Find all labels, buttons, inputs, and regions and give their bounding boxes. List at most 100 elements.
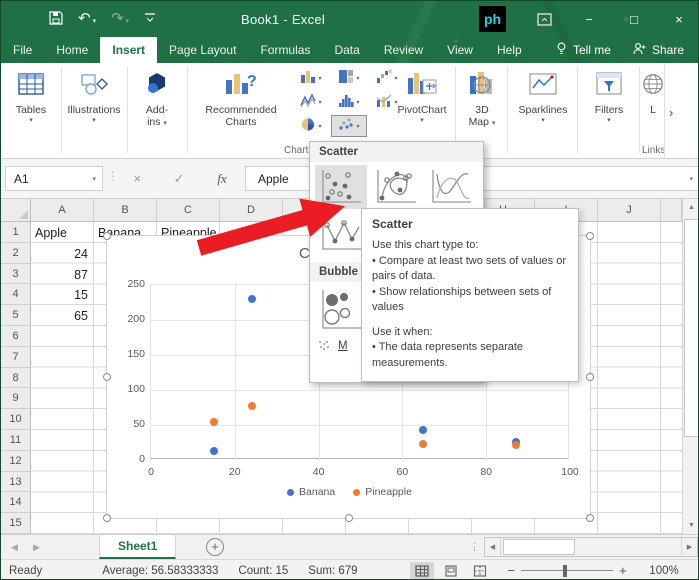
chart-selection-handle[interactable] <box>103 232 111 240</box>
redo-button[interactable]: ↷▾ <box>111 10 129 28</box>
tab-home[interactable]: Home <box>44 37 100 63</box>
page-break-view-button[interactable] <box>468 562 492 580</box>
name-box-dropdown-icon[interactable]: ▾ <box>92 175 96 183</box>
cell-a4[interactable]: 15 <box>31 285 88 305</box>
pie-chart-button[interactable]: ▾ <box>293 115 329 137</box>
tab-data[interactable]: Data <box>322 37 371 63</box>
row-header-15[interactable]: 15 <box>1 513 31 534</box>
row-header-7[interactable]: 7 <box>1 347 31 368</box>
line-chart-button[interactable]: ▾ <box>293 91 329 113</box>
tables-button[interactable]: Tables ▾ <box>3 66 59 125</box>
link-button[interactable]: L <box>641 66 665 116</box>
row-header-8[interactable]: 8 <box>1 368 31 389</box>
zoom-out-button[interactable]: − <box>508 563 516 578</box>
insert-function-icon[interactable]: fx <box>217 171 226 187</box>
tab-page-layout[interactable]: Page Layout <box>157 37 248 63</box>
cell-a1[interactable]: Apple <box>35 223 67 243</box>
chart-selection-handle[interactable] <box>586 514 594 522</box>
status-average[interactable]: Average: 56.58333333 <box>102 565 218 577</box>
row-header-11[interactable]: 11 <box>1 430 31 451</box>
cancel-icon[interactable]: × <box>133 171 141 186</box>
scatter-straight-markers-option[interactable] <box>315 212 367 256</box>
sheet-nav-left-icon[interactable]: ◀ <box>11 535 18 559</box>
tell-me-button[interactable]: Tell me <box>556 42 611 58</box>
row-header-14[interactable]: 14 <box>1 492 31 513</box>
scroll-up-icon[interactable]: ▲ <box>683 199 699 216</box>
status-sum[interactable]: Sum: 679 <box>308 565 357 577</box>
tab-review[interactable]: Review <box>372 37 435 63</box>
horizontal-scrollbar-thumb[interactable] <box>503 539 575 555</box>
treemap-chart-button[interactable]: ▾ <box>331 67 367 89</box>
illustrations-button[interactable]: Illustrations ▾ <box>63 66 125 125</box>
cell-a3[interactable]: 87 <box>31 265 88 285</box>
zoom-level[interactable]: 100% <box>639 565 679 577</box>
row-header-13[interactable]: 13 <box>1 472 31 493</box>
zoom-slider-thumb[interactable] <box>563 565 567 577</box>
sheet-tab-sheet1[interactable]: Sheet1 <box>99 535 176 559</box>
column-header-d[interactable]: D <box>220 199 283 222</box>
row-header-3[interactable]: 3 <box>1 264 31 285</box>
normal-view-button[interactable] <box>410 562 434 580</box>
row-header-1[interactable]: 1 <box>1 222 31 243</box>
tab-help[interactable]: Help <box>485 37 534 63</box>
bubble-chart-option[interactable] <box>315 285 367 335</box>
3d-map-button[interactable]: 3DMap ▾ <box>459 66 505 130</box>
chart-selection-handle[interactable] <box>103 514 111 522</box>
pivotchart-button[interactable]: PivotChart ▾ <box>393 66 451 125</box>
maximize-button[interactable]: □ <box>617 1 651 37</box>
horizontal-scrollbar[interactable]: ◀ ▶ <box>484 537 698 557</box>
scatter-smooth-lines-option[interactable] <box>425 165 477 209</box>
cell-a2[interactable]: 24 <box>31 244 88 264</box>
sheet-nav-right-icon[interactable]: ▶ <box>33 535 40 559</box>
ribbon-display-options-button[interactable] <box>527 1 561 37</box>
scatter-chart-button[interactable]: ▾ <box>331 115 367 137</box>
customize-quick-access-button[interactable] <box>144 10 156 28</box>
tab-insert[interactable]: Insert <box>100 37 157 63</box>
scroll-down-icon[interactable]: ▼ <box>683 517 699 534</box>
vertical-scrollbar[interactable]: ▲ ▼ <box>682 199 699 534</box>
ribbon-scroll-right-icon[interactable]: › <box>669 105 673 120</box>
scatter-smooth-markers-option[interactable] <box>370 165 422 209</box>
share-button[interactable]: Share <box>633 42 684 58</box>
name-box[interactable]: A1 ▾ <box>5 166 103 191</box>
zoom-in-button[interactable]: + <box>619 563 627 578</box>
tab-view[interactable]: View <box>435 37 485 63</box>
row-header-9[interactable]: 9 <box>1 388 31 409</box>
scatter-basic-option[interactable] <box>315 165 367 209</box>
status-count[interactable]: Count: 15 <box>238 565 288 577</box>
row-header-12[interactable]: 12 <box>1 451 31 472</box>
close-button[interactable]: × <box>662 1 696 37</box>
chart-selection-handle[interactable] <box>586 373 594 381</box>
formula-expand-icon[interactable]: ▾ <box>689 175 693 183</box>
row-header-2[interactable]: 2 <box>1 243 31 264</box>
hscroll-left-icon[interactable]: ◀ <box>485 538 501 556</box>
column-header-c[interactable]: C <box>157 199 220 222</box>
column-header-partial[interactable] <box>661 199 682 222</box>
hscroll-right-icon[interactable]: ▶ <box>681 538 697 556</box>
enter-icon[interactable]: ✓ <box>174 171 185 187</box>
recommended-charts-button[interactable]: ? RecommendedCharts <box>191 66 291 128</box>
select-all-corner[interactable] <box>1 199 31 222</box>
chart-selection-handle[interactable] <box>103 373 111 381</box>
histogram-chart-button[interactable]: ▾ <box>331 91 367 113</box>
row-header-6[interactable]: 6 <box>1 326 31 347</box>
column-header-b[interactable]: B <box>94 199 157 222</box>
page-layout-view-button[interactable] <box>439 562 463 580</box>
chart-selection-handle[interactable] <box>586 232 594 240</box>
column-header-a[interactable]: A <box>31 199 94 222</box>
vertical-scrollbar-thumb[interactable] <box>684 219 699 437</box>
sparklines-button[interactable]: Sparklines ▾ <box>511 66 575 125</box>
tab-file[interactable]: File <box>1 37 44 63</box>
add-sheet-button[interactable]: + <box>206 538 224 556</box>
filters-button[interactable]: Filters ▾ <box>581 66 637 125</box>
tab-formulas[interactable]: Formulas <box>248 37 322 63</box>
save-icon[interactable] <box>49 11 63 28</box>
column-header-j[interactable]: J <box>598 199 661 222</box>
row-header-5[interactable]: 5 <box>1 305 31 326</box>
column-chart-button[interactable]: ▾ <box>293 67 329 89</box>
row-header-4[interactable]: 4 <box>1 284 31 305</box>
add-ins-button[interactable]: Add-ins ▾ <box>129 66 185 130</box>
cell-a5[interactable]: 65 <box>31 306 88 326</box>
chart-selection-handle[interactable] <box>345 514 353 522</box>
minimize-button[interactable]: − <box>572 1 606 37</box>
